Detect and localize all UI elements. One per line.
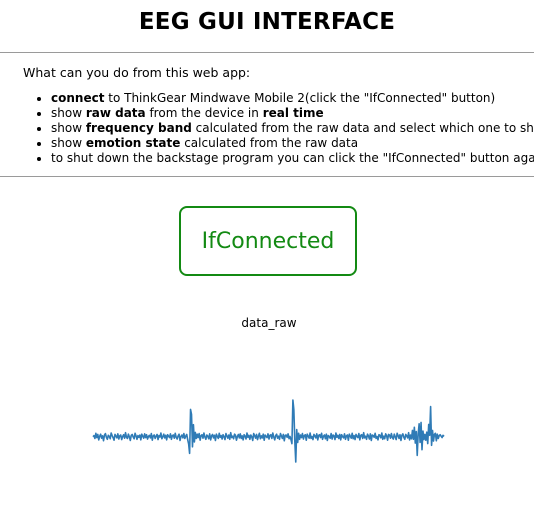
- raw-data-chart: [92, 399, 445, 463]
- raw-data-series-line: [92, 399, 445, 463]
